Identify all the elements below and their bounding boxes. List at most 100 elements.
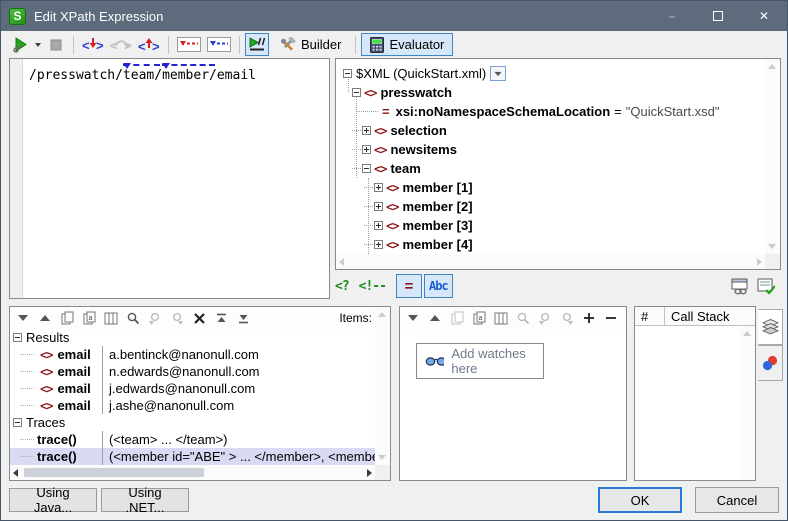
evaluator-button[interactable]: Evaluator <box>361 33 453 56</box>
toggle-xml-declaration[interactable]: <? <box>335 279 349 294</box>
tree-node-attribute[interactable]: = xsi:noNamespaceSchemaLocation = "Quick… <box>336 102 765 121</box>
validate-button[interactable] <box>757 277 775 295</box>
scroll-to-top-button[interactable] <box>212 309 230 327</box>
step-into-button[interactable]: <> <box>79 33 107 56</box>
builder-button[interactable]: Builder <box>269 33 350 56</box>
tab-call-stack[interactable] <box>758 309 783 345</box>
trace-row-selected[interactable]: trace() (<member id="ABE" > ... </member… <box>10 448 375 465</box>
toggle-comments[interactable]: <!-- <box>359 279 386 294</box>
using-java-button[interactable]: Using Java... <box>9 488 97 512</box>
evaluate-on-typing-button[interactable] <box>245 33 269 56</box>
tree-root-row[interactable]: $XML (QuickStart.xml) <box>336 64 765 83</box>
copy-all-button[interactable]: a <box>80 309 98 327</box>
expand-icon[interactable] <box>374 221 383 230</box>
stop-debugging-button[interactable] <box>44 33 68 56</box>
copy-all-button[interactable]: a <box>470 309 488 327</box>
minimize-button[interactable]: – <box>649 1 695 31</box>
insert-tracepoint-button[interactable] <box>174 33 204 56</box>
copy-line-button[interactable] <box>58 309 76 327</box>
maximize-button[interactable] <box>695 1 741 31</box>
tree-node-team[interactable]: <> team <box>336 159 765 178</box>
collapse-icon[interactable] <box>362 164 371 173</box>
previous-result-button[interactable] <box>36 309 54 327</box>
scroll-down-icon[interactable] <box>768 244 776 249</box>
insert-breakpoint-button[interactable] <box>204 33 234 56</box>
tree-node-member-1[interactable]: <> member [1] <box>336 178 765 197</box>
clear-button[interactable] <box>190 309 208 327</box>
xpath-expression-editor[interactable]: /presswatch/team/member/email <box>9 58 330 299</box>
result-row[interactable]: <>email j.ashe@nanonull.com <box>10 397 375 414</box>
collapse-icon[interactable] <box>13 418 22 427</box>
horizontal-scrollbar[interactable] <box>336 254 765 269</box>
scroll-right-icon[interactable] <box>367 469 372 477</box>
expand-icon[interactable] <box>362 126 371 135</box>
tree-node-newsitems[interactable]: <> newsitems <box>336 140 765 159</box>
results-group-header[interactable]: Results <box>10 329 375 346</box>
find-next-button[interactable] <box>168 309 186 327</box>
find-button[interactable] <box>514 309 532 327</box>
column-header-number[interactable]: # <box>635 307 665 325</box>
tree-node-member-4[interactable]: <> member [4] <box>336 235 765 254</box>
app-logo-icon: S <box>9 8 26 25</box>
xpath-expression[interactable]: /presswatch/team/member/email <box>23 59 256 298</box>
column-header-callstack[interactable]: Call Stack <box>665 307 730 325</box>
remove-watch-button[interactable] <box>602 309 620 327</box>
result-row[interactable]: <>email a.bentinck@nanonull.com <box>10 346 375 363</box>
traces-group-header[interactable]: Traces <box>10 414 375 431</box>
find-button[interactable] <box>124 309 142 327</box>
link-to-editor-button[interactable] <box>731 277 749 295</box>
copy-line-button[interactable] <box>448 309 466 327</box>
find-next-button[interactable] <box>558 309 576 327</box>
add-watch-button[interactable] <box>580 309 598 327</box>
collapse-icon[interactable] <box>352 88 361 97</box>
scroll-right-icon[interactable] <box>757 258 762 266</box>
expand-icon[interactable] <box>374 183 383 192</box>
toggle-attributes[interactable]: = <box>396 274 422 298</box>
vertical-scrollbar[interactable] <box>375 307 390 465</box>
close-button[interactable]: ✕ <box>741 1 787 31</box>
tree-node-selection[interactable]: <> selection <box>336 121 765 140</box>
collapse-icon[interactable] <box>13 333 22 342</box>
svg-text:>: > <box>96 38 104 53</box>
previous-watch-button[interactable] <box>426 309 444 327</box>
show-columns-button[interactable] <box>102 309 120 327</box>
expand-icon[interactable] <box>374 240 383 249</box>
step-out-button[interactable]: <> <box>135 33 163 56</box>
add-watch-entry[interactable]: Add watches here <box>416 343 544 379</box>
tab-breakpoints[interactable] <box>758 345 783 381</box>
scroll-up-icon[interactable] <box>378 312 386 317</box>
vertical-scrollbar[interactable] <box>765 59 780 254</box>
next-result-button[interactable] <box>14 309 32 327</box>
scroll-down-icon[interactable] <box>378 455 386 460</box>
expand-icon[interactable] <box>362 145 371 154</box>
tree-node-member-2[interactable]: <> member [2] <box>336 197 765 216</box>
run-dropdown-icon[interactable] <box>35 43 41 47</box>
scroll-left-icon[interactable] <box>13 469 18 477</box>
tree-node-member-3[interactable]: <> member [3] <box>336 216 765 235</box>
tree-node-presswatch[interactable]: <> presswatch <box>336 83 765 102</box>
ok-button[interactable]: OK <box>598 487 682 513</box>
collapse-icon[interactable] <box>343 69 352 78</box>
trace-row[interactable]: trace() (<team> ... </team>) <box>10 431 375 448</box>
using-dotnet-button[interactable]: Using .NET... <box>101 488 189 512</box>
find-previous-button[interactable] <box>536 309 554 327</box>
expand-icon[interactable] <box>374 202 383 211</box>
scrollbar-thumb[interactable] <box>24 468 204 477</box>
results-toolbar: a Items: 4 <box>10 307 390 329</box>
next-watch-button[interactable] <box>404 309 422 327</box>
horizontal-scrollbar[interactable] <box>10 465 375 480</box>
scroll-to-bottom-button[interactable] <box>234 309 252 327</box>
show-columns-button[interactable] <box>492 309 510 327</box>
cancel-button[interactable]: Cancel <box>695 487 779 513</box>
toggle-text-content[interactable]: Abc <box>424 274 453 298</box>
find-previous-button[interactable] <box>146 309 164 327</box>
scroll-left-icon[interactable] <box>339 258 344 266</box>
result-row[interactable]: <>email j.edwards@nanonull.com <box>10 380 375 397</box>
scroll-up-icon[interactable] <box>743 331 751 336</box>
step-over-button[interactable]: <> <box>107 33 135 56</box>
scroll-up-icon[interactable] <box>768 64 776 69</box>
result-row[interactable]: <>email n.edwards@nanonull.com <box>10 363 375 380</box>
start-debugging-button[interactable] <box>9 33 44 56</box>
vertical-scrollbar[interactable] <box>740 326 755 480</box>
source-select-dropdown[interactable] <box>490 66 506 81</box>
